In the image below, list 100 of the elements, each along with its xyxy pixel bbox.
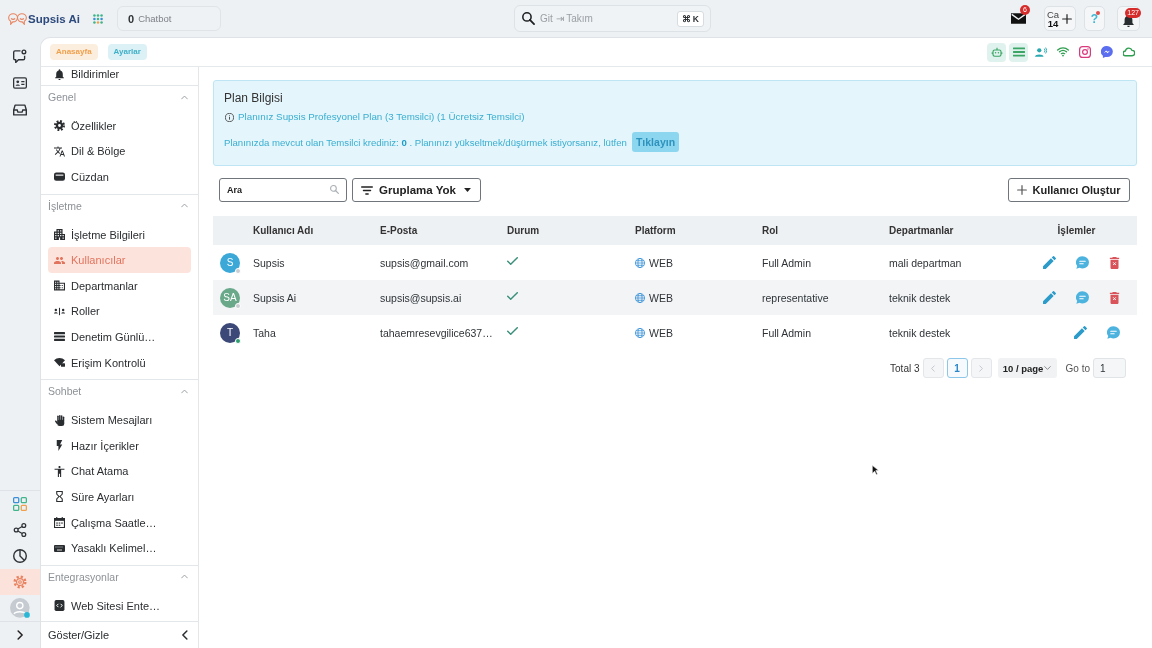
page-size-dropdown[interactable]: 10 / page [997,358,1057,378]
column-header: Durum [507,225,540,236]
user-name: Taha [253,326,276,339]
logo-icon[interactable] [8,12,27,25]
search-field[interactable]: Ara [219,178,347,202]
filter-icon [361,185,373,195]
camera-icon [1078,46,1091,58]
chevron-right-icon[interactable] [17,630,23,640]
inbox-icon [13,102,27,117]
user-role: Full Admin [762,256,812,269]
user-role: Full Admin [762,326,812,339]
chat-bubble-icon[interactable] [1076,291,1089,304]
channel-button[interactable] [1009,42,1028,62]
chatbot-counter-button[interactable]: 0 Chatbot [117,6,221,31]
sidebar-item[interactable]: İşletme Bilgileri [48,221,191,248]
column-header: Kullanıcı Adı [253,225,314,236]
sidebar-item[interactable]: Yasaklı Kelimel… [48,535,191,561]
apps-grid-icon[interactable] [93,13,103,24]
sidebar-item[interactable]: Bildirimler [48,67,191,81]
column-header: Platform [635,225,676,236]
id-card-icon [13,75,27,90]
total-count: Total 3 [890,362,920,374]
create-user-button[interactable]: Kullanıcı Oluştur [1008,178,1130,202]
go-to-label: Go to [1065,362,1090,374]
bell-icon [54,68,65,80]
list-icon [1012,46,1025,58]
globe-icon [635,292,645,303]
translate-icon [54,145,65,157]
plus-icon [1017,185,1028,195]
trash-icon[interactable] [1109,256,1120,269]
office-building-icon [54,280,65,292]
building-icon [54,229,65,241]
credit-button[interactable]: Ca 14 [1044,6,1076,31]
globe-icon [635,257,645,268]
gear-icon [54,120,65,132]
mail-icon[interactable] [1011,13,1026,24]
sidebar-item[interactable]: Hazır İçerikler [48,432,191,459]
pencil-icon[interactable] [1043,291,1056,304]
sidebar-item[interactable]: Chat Atama [48,458,191,485]
sidebar-item[interactable]: Özellikler [48,113,191,139]
sidebar-item[interactable]: Erişim Kontrolü [48,349,191,376]
speaking-person-icon [1034,46,1047,58]
search-icon [522,12,535,25]
department-name: teknik destek [889,291,951,304]
user-role: representative [762,291,829,304]
platform-name: WEB [649,256,673,269]
sidebar-item[interactable]: Cüzdan [48,164,191,190]
pencil-icon[interactable] [1074,326,1087,339]
chat-bubble-icon[interactable] [1107,326,1120,339]
sidebar-item[interactable]: Süre Ayarları [48,484,191,510]
lightning-chat-icon [1100,46,1113,58]
bolt-icon [54,440,65,452]
user-name: Supsis [253,256,285,269]
chat-bubble-icon[interactable] [1076,256,1089,269]
sidebar-item[interactable]: Dil & Bölge [48,138,191,165]
panel-title: Plan Bilgisi [224,91,283,105]
sidebar-item[interactable]: Sistem Mesajları [48,407,191,433]
brand-name[interactable]: Supsis Ai [28,12,80,25]
chevron-right-icon [979,364,984,372]
sidebar-item[interactable]: Web Sitesi Ente… [48,592,191,619]
platform-name: WEB [649,291,673,304]
chevron-left-icon [931,364,936,372]
page-input[interactable]: 1 [1093,358,1126,378]
column-header: Departmanlar [889,225,954,236]
share-icon [13,523,27,537]
settings-icon [13,575,27,589]
roles-icon [54,305,65,317]
user-avatar: T [220,322,240,343]
sidebar-item[interactable]: Roller [48,298,191,325]
page-button[interactable]: 1 [946,358,968,378]
apps-icon [13,497,27,511]
search-icon [330,185,339,194]
pencil-icon[interactable] [1043,256,1056,269]
channel-button[interactable] [987,42,1006,62]
user-avatar-icon[interactable] [10,598,30,618]
sidebar-item[interactable]: Departmanlar [48,272,191,299]
trash-icon[interactable] [1109,291,1120,304]
column-header: Rol [762,225,779,236]
globe-icon [635,327,645,338]
users-icon [54,254,65,266]
user-email: supsis@gmail.com [380,256,469,269]
column-header: İşlemler [1057,225,1096,236]
pie-chart-icon [13,549,27,563]
chevron-left-icon [182,630,188,640]
robot-icon [990,46,1003,58]
person-icon [54,465,65,477]
keyboard-icon [54,542,65,554]
sidebar-item[interactable]: Çalışma Saatle… [48,509,191,536]
grouping-dropdown[interactable]: Gruplama Yok [352,178,481,202]
server-list-icon [54,331,65,343]
column-header: E-Posta [380,225,418,236]
shortcut-key: ⌘ K [676,11,704,27]
department-name: mali departman [889,256,962,269]
user-email: tahaemresevgilice637… [380,326,493,339]
user-avatar: S [220,252,240,273]
platform-name: WEB [649,326,673,339]
info-icon [225,112,234,122]
calendar-icon [54,517,65,528]
toggle-sidebar-button[interactable]: Göster/Gizle [41,621,198,648]
sidebar-item[interactable]: Denetim Günlü… [48,324,191,350]
